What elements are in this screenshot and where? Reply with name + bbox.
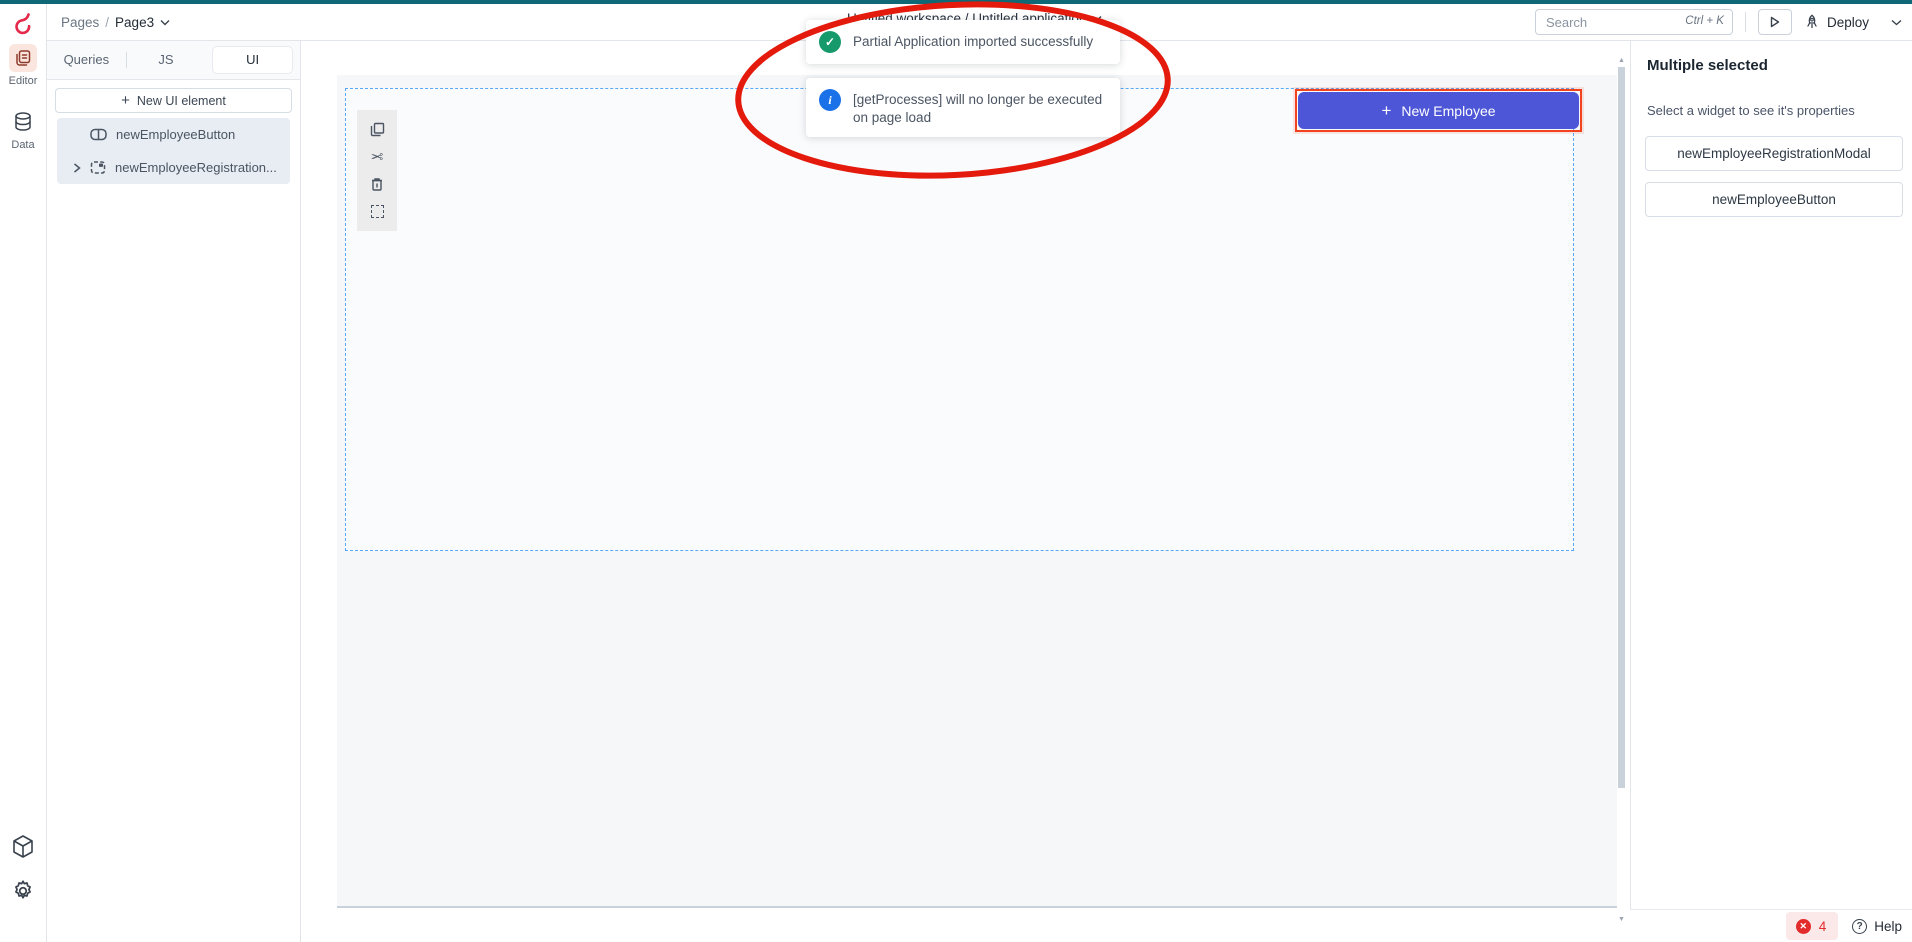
selected-widget-button-button[interactable]: newEmployeeButton: [1645, 182, 1903, 217]
toast-message: Partial Application imported successfull…: [853, 31, 1093, 51]
search-box: Ctrl + K: [1535, 9, 1733, 35]
expand-chevron-right-icon[interactable]: [73, 163, 90, 173]
status-bar: ✕ 4 ? Help: [1630, 909, 1912, 942]
database-icon: [9, 108, 37, 136]
sidebar-item-data[interactable]: Data: [0, 108, 46, 151]
appsmith-editor-window: Pages / Page3 Untitled workspace / Untit…: [0, 0, 1912, 942]
widget-list-item-modal[interactable]: newEmployeeRegistration...: [57, 151, 290, 184]
widget-list-item-label: newEmployeeButton: [116, 127, 235, 142]
new-ui-element-button[interactable]: + New UI element: [55, 88, 292, 113]
help-question-icon: ?: [1852, 919, 1867, 934]
new-employee-button[interactable]: + New Employee: [1298, 92, 1579, 129]
appsmith-logo[interactable]: [10, 10, 36, 36]
canvas-scrollbar: ▲ ▼: [1617, 41, 1627, 938]
data-label: Data: [11, 139, 34, 151]
canvas[interactable]: ✂ + New Employee: [337, 75, 1618, 908]
property-panel-subtitle: Select a widget to see it's properties: [1647, 103, 1855, 118]
play-icon: [1770, 16, 1780, 28]
button-widget-icon: [90, 128, 107, 141]
preview-play-button[interactable]: [1758, 9, 1792, 35]
widget-action-toolbar: ✂: [357, 110, 397, 231]
error-count: 4: [1819, 919, 1827, 934]
delete-trash-icon[interactable]: [367, 174, 387, 194]
scroll-down-icon[interactable]: ▼: [1618, 917, 1625, 923]
widget-list-item-button[interactable]: newEmployeeButton: [57, 118, 290, 151]
topbar-right-actions: Ctrl + K Deploy: [1535, 9, 1902, 35]
top-teal-strip: [0, 0, 1912, 4]
rocket-icon: [1804, 14, 1820, 30]
deploy-chevron-down-icon[interactable]: [1891, 19, 1902, 26]
editor-pages-icon: [9, 44, 37, 72]
new-employee-selection-border: + New Employee: [1295, 89, 1582, 132]
errors-badge[interactable]: ✕ 4: [1786, 912, 1839, 940]
error-circle-icon: ✕: [1796, 919, 1811, 934]
success-check-icon: ✓: [819, 31, 841, 53]
breadcrumb-page-name[interactable]: Page3: [115, 15, 154, 30]
scrollbar-thumb[interactable]: [1618, 67, 1625, 788]
deploy-label: Deploy: [1827, 15, 1869, 30]
plus-icon: +: [1381, 102, 1391, 119]
cut-scissors-icon[interactable]: ✂: [367, 147, 387, 167]
info-icon: i: [819, 89, 841, 111]
tab-ui[interactable]: UI: [213, 47, 292, 73]
sidebar-item-editor[interactable]: Editor: [0, 44, 46, 87]
toast-success[interactable]: ✓ Partial Application imported successfu…: [806, 20, 1120, 64]
main-container-selection-outline[interactable]: ✂ + New Employee: [345, 88, 1574, 551]
topbar-divider: [1745, 12, 1746, 32]
breadcrumb-separator: /: [105, 15, 109, 30]
help-label: Help: [1874, 919, 1902, 934]
libraries-cube-icon[interactable]: [0, 834, 46, 860]
property-panel: Multiple selected Select a widget to see…: [1630, 41, 1912, 909]
tab-js[interactable]: JS: [127, 47, 206, 73]
scroll-up-icon[interactable]: ▲: [1618, 58, 1625, 64]
search-input[interactable]: [1535, 9, 1733, 35]
breadcrumb-pages[interactable]: Pages: [61, 15, 99, 30]
page-chevron-down-icon[interactable]: [160, 19, 170, 26]
modal-widget-icon: [90, 160, 106, 175]
toast-info[interactable]: i [getProcesses] will no longer be execu…: [806, 78, 1120, 137]
widget-list: newEmployeeButton newEmployeeRegistratio…: [57, 118, 290, 184]
toast-message: [getProcesses] will no longer be execute…: [853, 89, 1108, 126]
deploy-button[interactable]: Deploy: [1804, 14, 1869, 30]
explorer-panel: Queries JS UI + New UI element newEmploy…: [47, 41, 301, 942]
breadcrumb: Pages / Page3: [61, 4, 170, 40]
editor-label: Editor: [9, 75, 38, 87]
selected-widget-button-modal[interactable]: newEmployeeRegistrationModal: [1645, 136, 1903, 171]
left-rail: Editor Data: [0, 4, 47, 942]
settings-gear-icon[interactable]: [0, 878, 46, 904]
new-employee-button-label: New Employee: [1401, 103, 1495, 119]
widget-list-item-label: newEmployeeRegistration...: [115, 160, 277, 175]
new-ui-element-label: New UI element: [137, 94, 226, 108]
explorer-tabs: Queries JS UI: [47, 41, 300, 80]
plus-icon: +: [121, 93, 130, 108]
property-panel-title: Multiple selected: [1647, 57, 1768, 74]
tab-queries[interactable]: Queries: [47, 47, 126, 73]
copy-icon[interactable]: [367, 120, 387, 140]
select-marquee-icon[interactable]: [367, 201, 387, 221]
help-button[interactable]: ? Help: [1852, 919, 1902, 934]
